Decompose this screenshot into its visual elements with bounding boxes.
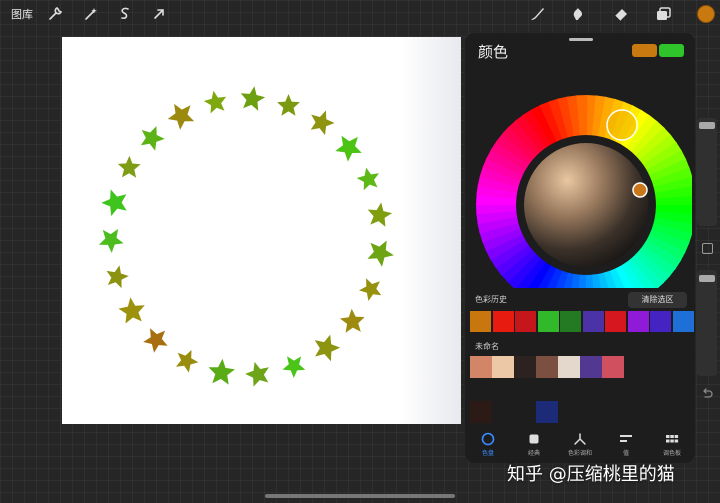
history-label: 色彩历史 [475,295,507,304]
palette-swatch[interactable] [558,356,580,378]
star-shape [101,189,127,216]
history-swatch[interactable] [605,311,626,332]
star-shape [106,265,129,289]
star-shape [367,240,394,267]
star-shape [240,86,266,111]
drawing-canvas[interactable] [62,37,461,424]
history-swatch[interactable] [650,311,671,332]
history-swatch[interactable] [537,311,559,332]
star-shape [203,90,227,114]
palette-row [470,401,558,423]
value-sliders-icon [619,431,633,445]
classic-square-icon [527,431,541,445]
saturation-picker-handle[interactable] [632,182,648,198]
selection-icon[interactable] [116,5,134,23]
palette-swatch[interactable] [470,401,492,423]
star-shape [245,361,269,387]
color-panel: 颜色 色彩历史 清除选区 未命名 色盘 经典 色彩调和 值 调色板 [465,33,695,463]
tab-classic-square[interactable]: 经典 [511,430,557,463]
star-shape [118,297,145,324]
panel-grab-handle[interactable] [569,38,593,41]
eraser-icon[interactable] [612,5,630,23]
tab-label: 色彩调和 [567,450,592,457]
color-disc[interactable] [470,66,692,288]
star-shape [167,103,195,130]
star-ring-artwork [98,86,394,387]
opacity-slider[interactable] [697,270,717,376]
palette-swatch[interactable] [514,356,536,378]
wrench-icon[interactable] [46,5,64,23]
palette-swatch[interactable] [492,356,514,378]
brush-size-knob[interactable] [699,122,715,129]
watermark-text: 知乎 @压缩桃里的猫 [507,464,675,485]
primary-color-swatch[interactable] [632,44,657,57]
palette-swatch[interactable] [536,356,558,378]
palette-swatch[interactable] [602,356,624,378]
current-color-button[interactable] [697,5,715,23]
palette-label: 未命名 [475,342,499,351]
tab-label: 色盘 [481,450,494,457]
tab-label: 值 [622,450,629,457]
star-shape [310,110,335,136]
history-swatch[interactable] [560,311,581,332]
magic-wand-icon[interactable] [82,5,100,23]
palette-swatch[interactable] [492,401,514,423]
opacity-knob[interactable] [699,275,715,282]
top-toolbar: 图库 [0,0,720,28]
palette-swatch[interactable] [514,401,536,423]
color-mode-tabs: 色盘 经典 色彩调和 值 调色板 [465,430,695,463]
gallery-button[interactable]: 图库 [11,6,33,22]
palette-grid-icon [665,431,679,445]
star-shape [117,155,141,178]
history-swatch[interactable] [515,311,536,332]
history-swatch[interactable] [582,311,604,332]
star-shape [359,278,382,301]
history-swatch[interactable] [672,311,694,332]
star-shape [98,229,124,253]
clear-history-button[interactable]: 清除选区 [628,292,687,308]
star-shape [140,126,165,151]
home-indicator[interactable] [265,494,455,498]
color-history-row [470,311,695,332]
brush-size-slider[interactable] [697,118,717,226]
hue-picker-handle[interactable] [606,109,638,141]
palette-swatch[interactable] [536,401,558,423]
star-shape [282,356,306,378]
history-swatch[interactable] [627,311,649,332]
star-shape [367,202,393,227]
layers-icon[interactable] [654,5,672,23]
star-shape [208,358,235,385]
tab-disc[interactable]: 色盘 [465,430,511,463]
history-swatch[interactable] [470,311,491,332]
star-shape [356,167,379,191]
palette-swatch[interactable] [580,356,602,378]
star-shape [176,350,199,373]
transform-arrow-icon[interactable] [150,5,168,23]
secondary-color-swatch[interactable] [659,44,684,57]
star-shape [339,308,365,333]
smudge-icon[interactable] [569,5,587,23]
star-shape [335,135,362,162]
star-shape [143,328,168,353]
tab-label: 调色板 [662,450,681,457]
tab-label: 经典 [527,450,540,457]
tab-harmony[interactable]: 色彩调和 [557,430,603,463]
disc-icon [481,431,495,446]
tab-value-sliders[interactable]: 值 [603,430,649,463]
star-shape [277,94,300,116]
history-swatch[interactable] [492,311,514,332]
panel-title: 颜色 [478,43,509,61]
palette-row [470,356,624,378]
modify-button[interactable] [702,243,713,254]
undo-icon[interactable] [700,385,714,399]
palette-swatch[interactable] [470,356,492,378]
tab-palette-grid[interactable]: 调色板 [649,430,695,463]
brush-icon[interactable] [528,5,546,23]
harmony-icon [573,431,587,445]
star-shape [314,334,341,362]
saturation-brightness-disc[interactable] [524,143,648,267]
